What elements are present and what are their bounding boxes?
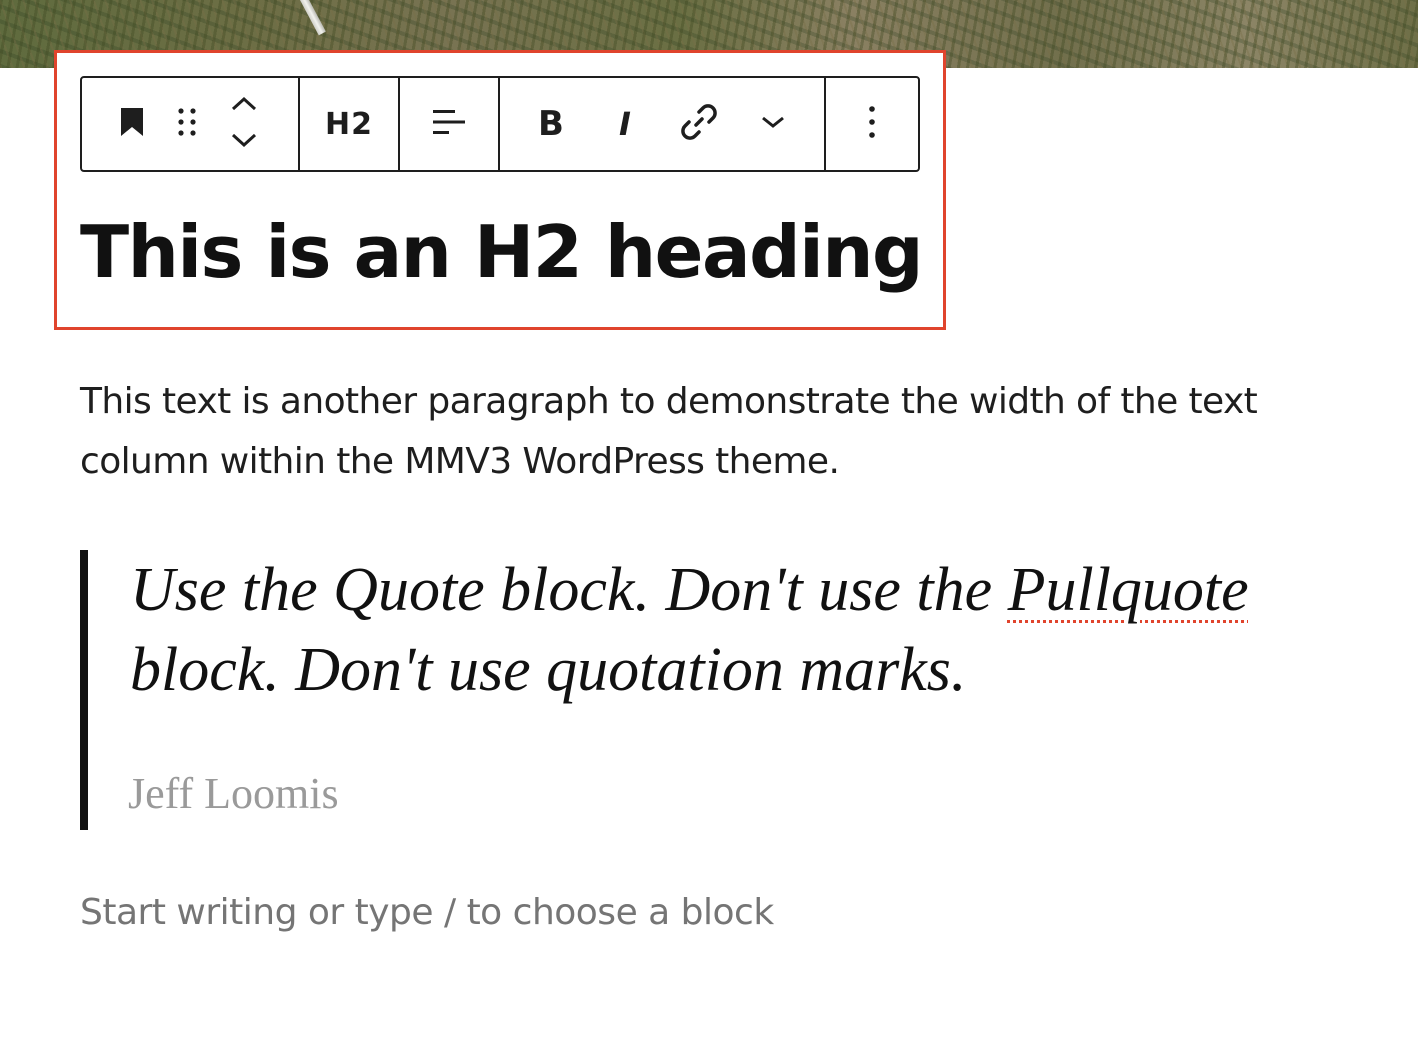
options-button[interactable] <box>867 78 877 170</box>
bold-label: B <box>538 104 564 144</box>
heading-block[interactable]: This is an H2 heading <box>80 200 924 304</box>
block-appender-placeholder[interactable]: Start writing or type / to choose a bloc… <box>80 892 774 933</box>
more-formats-button[interactable] <box>736 78 810 170</box>
quote-text-end: block. Don't use quotation marks. <box>130 636 967 704</box>
move-up-down-button[interactable] <box>216 78 272 170</box>
quote-citation[interactable]: Jeff Loomis <box>128 768 339 819</box>
bookmark-icon <box>119 107 145 142</box>
block-type-button[interactable] <box>104 78 160 170</box>
photo-detail <box>300 0 326 36</box>
misspelled-word[interactable]: Pullquote <box>1008 556 1249 624</box>
move-up-down-icon <box>229 95 259 154</box>
formatting-group: B I <box>500 78 826 170</box>
link-button[interactable] <box>662 78 736 170</box>
align-button[interactable] <box>431 78 467 170</box>
drag-handle-icon <box>177 107 199 142</box>
heading-level-group: H2 <box>300 78 400 170</box>
block-controls-group <box>82 78 300 170</box>
quote-text-start: Use the Quote block. Don't use the <box>130 556 1008 624</box>
quote-text[interactable]: Use the Quote block. Don't use the Pullq… <box>130 550 1360 710</box>
drag-handle-button[interactable] <box>160 78 216 170</box>
chevron-down-icon <box>760 114 786 135</box>
bold-button[interactable]: B <box>514 78 588 170</box>
align-left-icon <box>431 107 467 142</box>
italic-button[interactable]: I <box>588 78 662 170</box>
link-icon <box>680 103 718 146</box>
paragraph-block[interactable]: This text is another paragraph to demons… <box>80 372 1360 492</box>
italic-label: I <box>619 105 631 143</box>
heading-level-label: H2 <box>325 106 373 142</box>
options-group <box>826 78 918 170</box>
block-toolbar: H2 B I <box>80 76 920 172</box>
more-vertical-icon <box>867 105 877 144</box>
heading-level-button[interactable]: H2 <box>325 78 373 170</box>
alignment-group <box>400 78 500 170</box>
quote-block[interactable]: Use the Quote block. Don't use the Pullq… <box>80 550 1370 830</box>
